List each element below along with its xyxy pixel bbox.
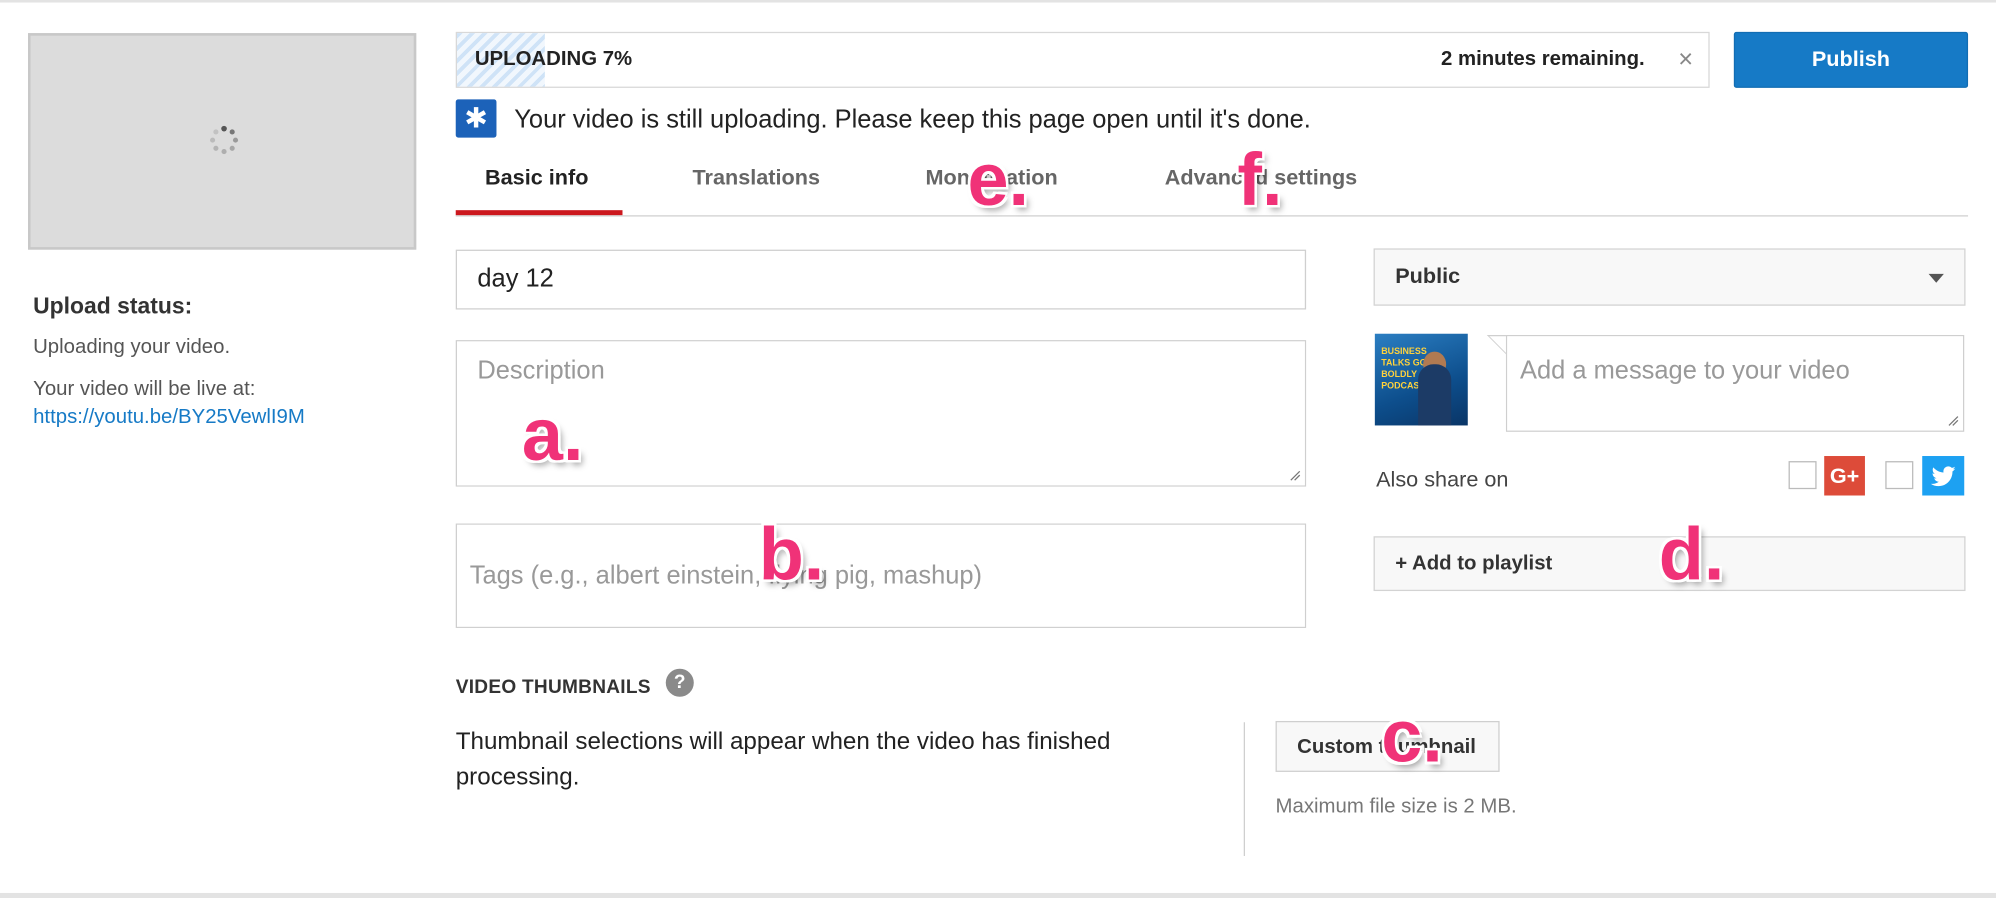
annotation-marker-f: f. [1237,138,1283,222]
privacy-dropdown[interactable]: Public [1373,248,1966,306]
time-remaining: 2 minutes remaining. [1440,48,1645,71]
tags-input[interactable] [457,524,1305,627]
video-url-link[interactable]: https://youtu.be/BY25VewlI9M [33,406,305,429]
upload-progress-label: UPLOADING 7% [474,48,633,71]
privacy-value: Public [1395,263,1461,288]
video-thumbnails-title: VIDEO THUMBNAILS [455,676,651,699]
live-at-label: Your video will be live at: [33,378,256,400]
tab-basic-info[interactable]: Basic info [485,166,588,191]
upload-status-text: Uploading your video. [33,336,231,358]
add-to-playlist-label: + Add to playlist [1395,552,1553,575]
max-file-size-note: Maximum file size is 2 MB. [1275,796,1517,818]
bottom-border [0,892,1996,898]
annotation-marker-c: c. [1381,695,1443,779]
tabs-divider [455,215,1969,217]
title-input[interactable] [455,249,1307,310]
top-border [0,0,1996,3]
share-message-input[interactable] [1507,336,1963,431]
twitter-bird-icon [1930,466,1956,487]
google-plus-icon: G+ [1824,456,1865,496]
help-icon[interactable]: ? [665,668,694,697]
resize-handle-icon[interactable] [1288,469,1301,482]
tags-field [455,523,1307,628]
twitter-checkbox[interactable] [1885,461,1914,490]
video-preview [28,33,417,250]
upload-status-title: Upload status: [33,292,193,319]
asterisk-icon: ✱ [455,99,497,138]
resize-handle-icon[interactable] [1946,414,1959,427]
loading-spinner-icon [210,125,239,155]
thumbnails-message: Thumbnail selections will appear when th… [455,728,1111,792]
also-share-label: Also share on [1376,467,1509,492]
chevron-down-icon [1928,273,1944,283]
tab-translations[interactable]: Translations [693,166,820,191]
share-message-field [1505,335,1965,432]
upload-progress-bar: UPLOADING 7% 2 minutes remaining. × [455,31,1710,88]
upload-page: Upload status: Uploading your video. You… [0,0,1996,898]
google-plus-checkbox[interactable] [1788,461,1817,490]
publish-button[interactable]: Publish [1733,31,1969,88]
annotation-marker-d: d. [1658,513,1725,597]
thumbnails-divider [1243,722,1245,856]
annotation-marker-b: b. [758,513,825,597]
upload-notice: Your video is still uploading. Please ke… [514,105,1311,134]
channel-avatar: BUSINESS TALKS GO BOLDLY PODCAST [1374,333,1468,426]
description-input[interactable] [457,341,1305,486]
annotation-marker-a: a. [521,393,584,477]
annotation-marker-e: e. [967,138,1030,222]
cancel-upload-close-icon[interactable]: × [1678,46,1693,75]
twitter-icon [1922,456,1965,496]
